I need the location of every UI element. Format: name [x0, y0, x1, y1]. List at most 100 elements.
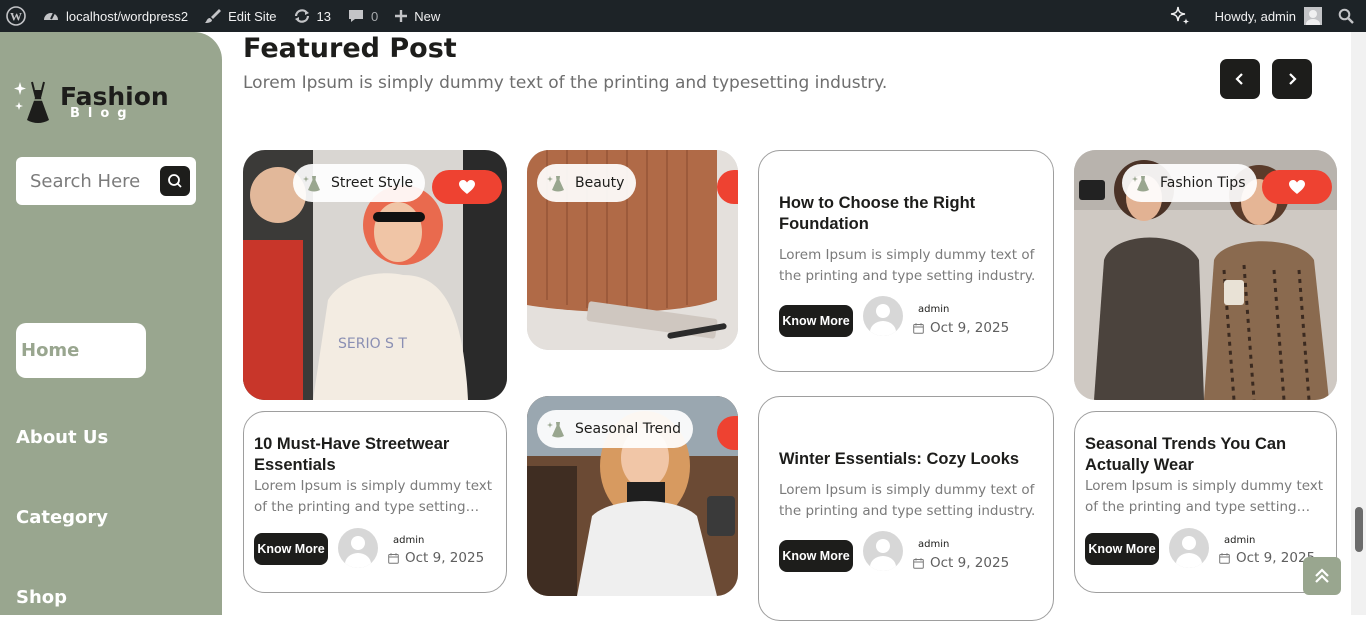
seasonal-trend-tag[interactable]: Seasonal Trend [537, 410, 694, 448]
admin-avatar [1304, 7, 1322, 25]
post-date: Oct 9, 2025 [1219, 550, 1315, 566]
beauty-tag[interactable]: Beauty [537, 164, 637, 202]
post-excerpt: Lorem Ipsum is simply dummy text of the … [779, 247, 1036, 284]
comments-link[interactable]: 0 [339, 0, 386, 32]
nav-item-about-us[interactable]: About Us [16, 427, 108, 448]
author-name[interactable]: admin [918, 304, 949, 315]
back-to-top-button[interactable] [1303, 557, 1341, 595]
calendar-icon [913, 557, 924, 569]
site-logo[interactable]: Fashion Blog [14, 78, 169, 126]
dress-tag-icon [1132, 176, 1149, 192]
search-box [16, 157, 196, 205]
adminbar-search-icon[interactable] [1330, 0, 1366, 32]
chevron-left-icon [1235, 73, 1243, 85]
post-excerpt: Lorem Ipsum is simply dummy text of the … [254, 478, 493, 515]
sidebar: Fashion Blog Home About Us Category Shop [0, 32, 222, 615]
ai-sparkle-icon[interactable] [1161, 0, 1207, 32]
section-subtitle: Lorem Ipsum is simply dummy text of the … [243, 73, 888, 93]
like-button[interactable] [432, 170, 502, 204]
account-menu[interactable]: Howdy, admin [1207, 0, 1330, 32]
post-excerpt: Lorem Ipsum is simply dummy text of the … [1085, 478, 1324, 515]
site-name-label: localhost/wordpress2 [66, 8, 189, 24]
wordpress-logo-icon[interactable]: W [0, 0, 34, 32]
like-button[interactable] [1262, 170, 1332, 204]
author-avatar [1169, 528, 1209, 568]
post-date: Oct 9, 2025 [913, 555, 1009, 571]
nav-item-shop[interactable]: Shop [16, 587, 67, 608]
author-avatar [338, 528, 378, 568]
chevron-right-icon [1289, 73, 1297, 85]
author-name[interactable]: admin [918, 539, 949, 550]
post-date: Oct 9, 2025 [388, 550, 484, 566]
edit-site-label: Edit Site [228, 8, 277, 24]
post-card-foundation: How to Choose the Right Foundation Lorem… [758, 150, 1054, 372]
beauty-tag-label: Beauty [575, 175, 625, 191]
dress-logo-icon [14, 81, 49, 123]
heart-icon [1289, 180, 1305, 194]
know-more-button[interactable]: Know More [779, 540, 853, 572]
post-card-winter: Winter Essentials: Cozy Looks Lorem Ipsu… [758, 396, 1054, 621]
author-avatar [863, 296, 903, 336]
seasonal-trend-tag-label: Seasonal Trend [575, 421, 682, 437]
post-date-label: Oct 9, 2025 [930, 555, 1010, 571]
edit-site-link[interactable]: Edit Site [196, 0, 284, 32]
logo-text: Fashion Blog [60, 84, 169, 120]
fashion-tips-tag[interactable]: Fashion Tips [1122, 164, 1258, 202]
page-scrollbar[interactable] [1351, 32, 1366, 615]
svg-text:SERIO S T: SERIO S T [338, 336, 407, 352]
know-more-button[interactable]: Know More [1085, 533, 1159, 565]
dress-tag-icon [547, 422, 564, 438]
post-date-label: Oct 9, 2025 [930, 320, 1010, 336]
site-name-link[interactable]: localhost/wordpress2 [34, 0, 196, 32]
post-title[interactable]: Seasonal Trends You Can Actually Wear [1085, 434, 1325, 476]
calendar-icon [913, 322, 924, 334]
carousel-next-button[interactable] [1272, 59, 1312, 99]
howdy-label: Howdy, admin [1214, 8, 1296, 24]
post-title[interactable]: 10 Must-Have Streetwear Essentials [254, 434, 494, 476]
search-input[interactable] [30, 170, 158, 192]
calendar-icon [1219, 552, 1230, 564]
dress-tag-icon [547, 176, 564, 192]
search-button[interactable] [160, 166, 190, 196]
know-more-button[interactable]: Know More [779, 305, 853, 337]
post-title[interactable]: How to Choose the Right Foundation [779, 193, 1029, 235]
author-name[interactable]: admin [1224, 535, 1255, 546]
dashboard-icon [44, 12, 58, 20]
comments-count: 0 [371, 8, 379, 24]
author-name[interactable]: admin [393, 535, 424, 546]
post-card-streetwear: 10 Must-Have Streetwear Essentials Lorem… [243, 411, 507, 593]
admin-bar: W localhost/wordpress2 Edit Site 13 0 Ne… [0, 0, 1366, 32]
updates-count: 13 [316, 8, 332, 24]
search-icon [168, 174, 182, 188]
post-date: Oct 9, 2025 [913, 320, 1009, 336]
street-style-tag-label: Street Style [331, 175, 414, 191]
fashion-tips-tag-label: Fashion Tips [1160, 175, 1246, 191]
section-title: Featured Post [243, 33, 457, 64]
brush-icon [205, 9, 222, 23]
updates-link[interactable]: 13 [285, 0, 339, 32]
updates-icon [294, 9, 309, 23]
plus-icon [395, 10, 408, 22]
know-more-button[interactable]: Know More [254, 533, 328, 565]
beauty-image-card[interactable]: Beauty [527, 150, 738, 350]
double-chevron-up-icon [1315, 568, 1329, 583]
post-date-label: Oct 9, 2025 [405, 550, 485, 566]
new-label: New [414, 8, 441, 24]
fashion-tips-image-card[interactable]: Fashion Tips [1074, 150, 1337, 400]
post-card-seasonal-trends: Seasonal Trends You Can Actually Wear Lo… [1074, 411, 1337, 593]
heart-icon [459, 180, 475, 194]
post-title[interactable]: Winter Essentials: Cozy Looks [779, 449, 1039, 470]
street-style-tag[interactable]: Street Style [293, 164, 426, 202]
nav-item-home[interactable]: Home [16, 323, 146, 378]
nav-item-category[interactable]: Category [16, 507, 108, 528]
post-excerpt: Lorem Ipsum is simply dummy text of the … [779, 482, 1036, 519]
scrollbar-thumb[interactable] [1355, 507, 1363, 552]
carousel-prev-button[interactable] [1220, 59, 1260, 99]
street-style-image-card[interactable]: SERIO S T Street Style [243, 150, 507, 400]
seasonal-trend-image-card[interactable]: Seasonal Trend [527, 396, 738, 596]
dress-tag-icon [303, 176, 320, 192]
calendar-icon [388, 552, 399, 564]
svg-text:W: W [10, 10, 22, 24]
comment-icon [349, 10, 364, 22]
new-content-link[interactable]: New [386, 0, 448, 32]
